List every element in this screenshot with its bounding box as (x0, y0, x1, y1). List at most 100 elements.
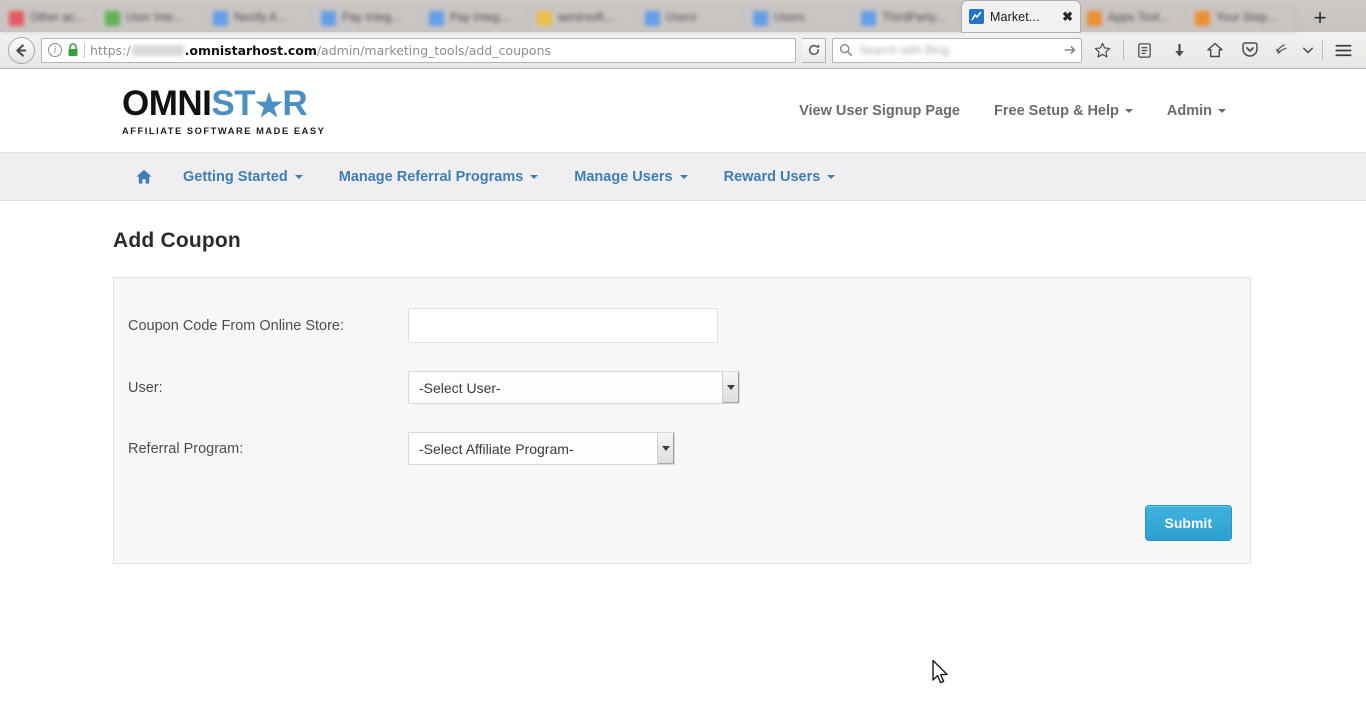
lock-icon (68, 43, 78, 56)
main-navigation: Getting Started Manage Referral Programs… (0, 152, 1366, 201)
url-redacted-subdomain (131, 44, 184, 56)
browser-tab-active[interactable]: Market... ✖ (962, 1, 1080, 32)
page-viewport: OMNI ST ★ R AFFILIATE SOFTWARE MADE EASY Vi… (0, 69, 1366, 716)
browser-tab[interactable]: Your Step... (1188, 4, 1296, 32)
nav-item-manage-referral-programs[interactable]: Manage Referral Programs (321, 169, 557, 185)
logo-omni: OMNI (122, 83, 212, 123)
referral-program-select-wrapper: -Select Affiliate Program- (408, 432, 675, 465)
close-icon[interactable]: ✖ (1062, 10, 1073, 23)
tab-title: aentrsoft... (558, 12, 614, 24)
home-icon (136, 169, 152, 184)
tab-favicon (105, 10, 120, 26)
tab-title: User Inte... (126, 12, 184, 24)
browser-chrome: Other ac... User Inte... Nexify A... Pay… (0, 0, 1366, 69)
page-title: Add Coupon (113, 229, 241, 252)
tab-favicon (1195, 10, 1210, 26)
tab-title: Users (666, 12, 697, 24)
logo-tagline: AFFILIATE SOFTWARE MADE EASY (122, 125, 326, 136)
chevron-down-icon[interactable] (1300, 36, 1316, 64)
browser-tab[interactable]: Users (746, 4, 854, 32)
add-coupon-form: Coupon Code From Online Store: User: -Se… (113, 277, 1251, 564)
form-row-coupon-code: Coupon Code From Online Store: (114, 308, 1250, 343)
tab-title: Pay Integ... (450, 12, 510, 24)
url-bar[interactable]: i https:/ .omnistarhost.com /admin/marke… (41, 37, 796, 63)
referral-program-label: Referral Program: (128, 440, 244, 457)
browser-tab[interactable]: Apps Tool... (1080, 4, 1188, 32)
coupon-code-input[interactable] (408, 308, 718, 343)
reload-button[interactable] (802, 37, 826, 63)
nav-item-getting-started[interactable]: Getting Started (165, 169, 321, 185)
chevron-down-icon (530, 174, 539, 179)
pocket-icon[interactable] (1235, 36, 1264, 64)
header-link-view-user-signup-page[interactable]: View User Signup Page (799, 103, 960, 119)
browser-tab[interactable]: Pay Integ... (314, 4, 422, 32)
chevron-down-icon (1124, 108, 1133, 113)
tab-strip: Other ac... User Inte... Nexify A... Pay… (0, 0, 1366, 32)
tab-favicon (429, 10, 444, 26)
browser-tab[interactable]: Pay Integ... (422, 4, 530, 32)
library-icon[interactable] (1130, 36, 1159, 64)
browser-tab[interactable]: Users (638, 4, 746, 32)
user-select[interactable]: -Select User- (408, 371, 740, 404)
form-row-user: User: -Select User- (114, 371, 1250, 404)
site-header: OMNI ST ★ R AFFILIATE SOFTWARE MADE EASY Vi… (0, 69, 1366, 152)
home-icon[interactable] (1200, 36, 1229, 64)
nav-item-label: Manage Users (574, 168, 673, 185)
nav-item-reward-users[interactable]: Reward Users (706, 169, 854, 185)
star-icon: ★ (255, 87, 283, 123)
tab-favicon (321, 10, 336, 26)
user-select-wrapper: -Select User- (408, 371, 740, 404)
logo-wordmark: OMNI ST ★ R (122, 86, 325, 121)
tab-favicon (861, 10, 876, 26)
url-path: /admin/marketing_tools/add_coupons (316, 42, 552, 58)
url-scheme: https:/ (90, 42, 131, 58)
search-bar[interactable]: Search with Bing (832, 37, 1082, 63)
content-area: Add Coupon Coupon Code From Online Store… (0, 201, 1366, 564)
back-button[interactable] (8, 36, 35, 64)
browser-tab[interactable]: User Inte... (98, 4, 206, 32)
tab-favicon (969, 9, 984, 24)
menu-icon[interactable] (1329, 36, 1358, 64)
search-input[interactable]: Search with Bing (859, 43, 1057, 57)
url-host: .omnistarhost.com (184, 42, 317, 58)
chevron-down-icon (294, 174, 303, 179)
toolbar-divider (1322, 40, 1323, 60)
header-link-admin[interactable]: Admin (1167, 103, 1226, 119)
nav-item-home[interactable] (125, 168, 165, 186)
referral-program-select[interactable]: -Select Affiliate Program- (408, 432, 675, 465)
header-link-label: Admin (1166, 102, 1212, 119)
mouse-cursor (932, 659, 948, 684)
new-tab-button[interactable]: + (1306, 4, 1334, 32)
submit-button[interactable]: Submit (1144, 505, 1232, 541)
site-logo[interactable]: OMNI ST ★ R AFFILIATE SOFTWARE MADE EASY (122, 86, 325, 136)
logo-r: R (282, 83, 308, 123)
bookmark-star-icon[interactable] (1088, 36, 1117, 64)
tab-title: Your Step... (1216, 12, 1277, 24)
header-link-free-setup-help[interactable]: Free Setup & Help (994, 103, 1133, 119)
user-label: User: (128, 379, 163, 396)
logo-st: ST (211, 83, 256, 123)
browser-tab[interactable]: ThirdParty... (854, 4, 962, 32)
nav-item-label: Getting Started (183, 168, 288, 185)
tab-favicon (213, 10, 228, 26)
tab-title: Other ac... (30, 12, 85, 24)
browser-toolbar: i https:/ .omnistarhost.com /admin/marke… (0, 32, 1366, 69)
tab-title: Nexify A... (234, 12, 287, 24)
browser-tab[interactable]: Nexify A... (206, 4, 314, 32)
url-text: https:/ .omnistarhost.com /admin/marketi… (90, 43, 551, 58)
back-arrow-icon (16, 43, 27, 57)
nav-item-manage-users[interactable]: Manage Users (556, 169, 705, 185)
downloads-icon[interactable] (1165, 36, 1194, 64)
tab-title: Market... (990, 9, 1040, 24)
search-go-icon[interactable] (1063, 43, 1077, 57)
form-row-referral-program: Referral Program: -Select Affiliate Prog… (114, 432, 1250, 465)
browser-tab[interactable]: Other ac... (2, 4, 98, 32)
tab-favicon (537, 10, 552, 26)
sync-icon[interactable] (1270, 36, 1294, 64)
chevron-down-icon (679, 174, 688, 179)
site-identity-icon[interactable]: i (48, 43, 62, 57)
chart-icon (971, 11, 982, 21)
browser-tab[interactable]: aentrsoft... (530, 4, 638, 32)
search-icon (839, 43, 853, 57)
tab-title: Pay Integ... (342, 12, 402, 24)
